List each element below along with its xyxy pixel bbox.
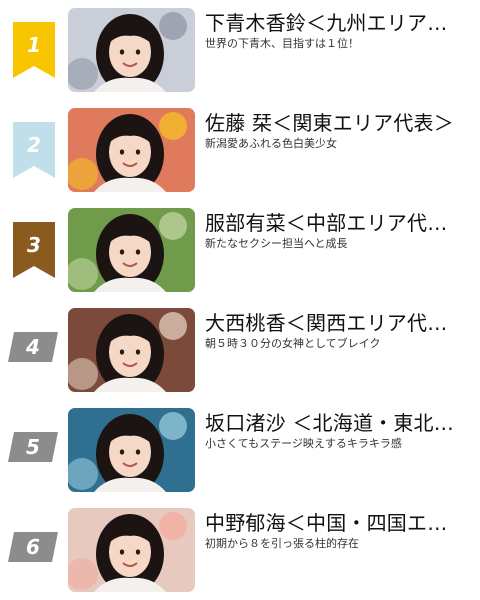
member-title[interactable]: 服部有菜＜中部エリア代… <box>205 210 477 236</box>
member-subtitle: 新たなセクシー担当へと成長 <box>205 237 348 250</box>
member-photo[interactable] <box>68 208 195 292</box>
rank-badge: 5 <box>8 432 58 462</box>
member-photo[interactable] <box>68 108 195 192</box>
member-title[interactable]: 大西桃香＜関西エリア代… <box>205 310 477 336</box>
ranking-row-5[interactable]: 5 坂口渚沙 ＜北海道・東北… 小さくてもステージ映えするキラキラ感 <box>0 400 480 501</box>
ranking-list: 1 下青木香鈴＜九州エリア… 世界の下青木、目指すは１位！ 2 佐藤 栞＜関東エ… <box>0 0 480 600</box>
member-title[interactable]: 中野郁海＜中国・四国エ… <box>205 510 477 536</box>
rank-badge: 6 <box>8 532 58 562</box>
rank-number: 5 <box>26 435 40 459</box>
ranking-row-6[interactable]: 6 中野郁海＜中国・四国エ… 初期から８を引っ張る柱的存在 <box>0 500 480 600</box>
rank-badge: 2 <box>13 122 55 178</box>
member-photo[interactable] <box>68 308 195 392</box>
member-title[interactable]: 下青木香鈴＜九州エリア… <box>205 10 477 36</box>
member-title[interactable]: 佐藤 栞＜関東エリア代表＞ <box>205 110 477 136</box>
ranking-row-3[interactable]: 3 服部有菜＜中部エリア代… 新たなセクシー担当へと成長 <box>0 200 480 301</box>
rank-badge: 1 <box>13 22 55 78</box>
member-photo[interactable] <box>68 508 195 592</box>
rank-number: 3 <box>27 233 41 257</box>
rank-number: 6 <box>26 535 40 559</box>
rank-badge: 3 <box>13 222 55 278</box>
member-subtitle: 小さくてもステージ映えするキラキラ感 <box>205 437 402 450</box>
rank-number: 2 <box>27 133 41 157</box>
member-photo[interactable] <box>68 408 195 492</box>
ranking-row-2[interactable]: 2 佐藤 栞＜関東エリア代表＞ 新潟愛あふれる色白美少女 <box>0 100 480 201</box>
ranking-row-4[interactable]: 4 大西桃香＜関西エリア代… 朝５時３０分の女神としてブレイク <box>0 300 480 401</box>
member-subtitle: 朝５時３０分の女神としてブレイク <box>205 337 381 350</box>
rank-badge: 4 <box>8 332 58 362</box>
member-subtitle: 初期から８を引っ張る柱的存在 <box>205 537 359 550</box>
rank-number: 4 <box>25 335 40 359</box>
member-title[interactable]: 坂口渚沙 ＜北海道・東北… <box>205 410 477 436</box>
member-photo[interactable] <box>68 8 195 92</box>
member-subtitle: 世界の下青木、目指すは１位！ <box>205 37 359 50</box>
member-subtitle: 新潟愛あふれる色白美少女 <box>205 137 337 150</box>
ranking-row-1[interactable]: 1 下青木香鈴＜九州エリア… 世界の下青木、目指すは１位！ <box>0 0 480 101</box>
rank-number: 1 <box>27 33 41 57</box>
